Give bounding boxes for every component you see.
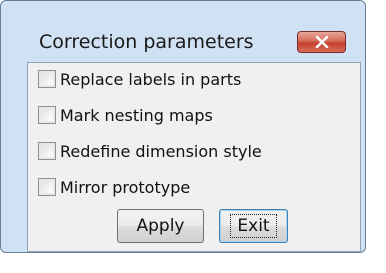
apply-button-label: Apply	[136, 216, 185, 236]
option-label: Redefine dimension style	[60, 141, 262, 161]
exit-button[interactable]: Exit	[219, 209, 288, 243]
option-label: Mirror prototype	[60, 177, 191, 197]
close-icon	[315, 36, 329, 48]
checkbox[interactable]	[38, 142, 56, 160]
option-redefine-dimension-style[interactable]: Redefine dimension style	[38, 140, 262, 162]
dialog-title: Correction parameters	[39, 31, 254, 53]
option-label: Replace labels in parts	[60, 69, 242, 89]
dialog-body: Replace labels in parts Mark nesting map…	[27, 62, 361, 252]
dialog-window: Correction parameters Replace labels in …	[0, 0, 366, 253]
option-mark-nesting-maps[interactable]: Mark nesting maps	[38, 104, 213, 126]
checkbox[interactable]	[38, 70, 56, 88]
option-label: Mark nesting maps	[60, 105, 213, 125]
checkbox[interactable]	[38, 106, 56, 124]
option-replace-labels[interactable]: Replace labels in parts	[38, 68, 241, 90]
close-button[interactable]	[297, 31, 346, 53]
option-mirror-prototype[interactable]: Mirror prototype	[38, 176, 190, 198]
exit-button-label: Exit	[230, 214, 277, 238]
checkbox[interactable]	[38, 178, 56, 196]
apply-button[interactable]: Apply	[117, 209, 204, 243]
